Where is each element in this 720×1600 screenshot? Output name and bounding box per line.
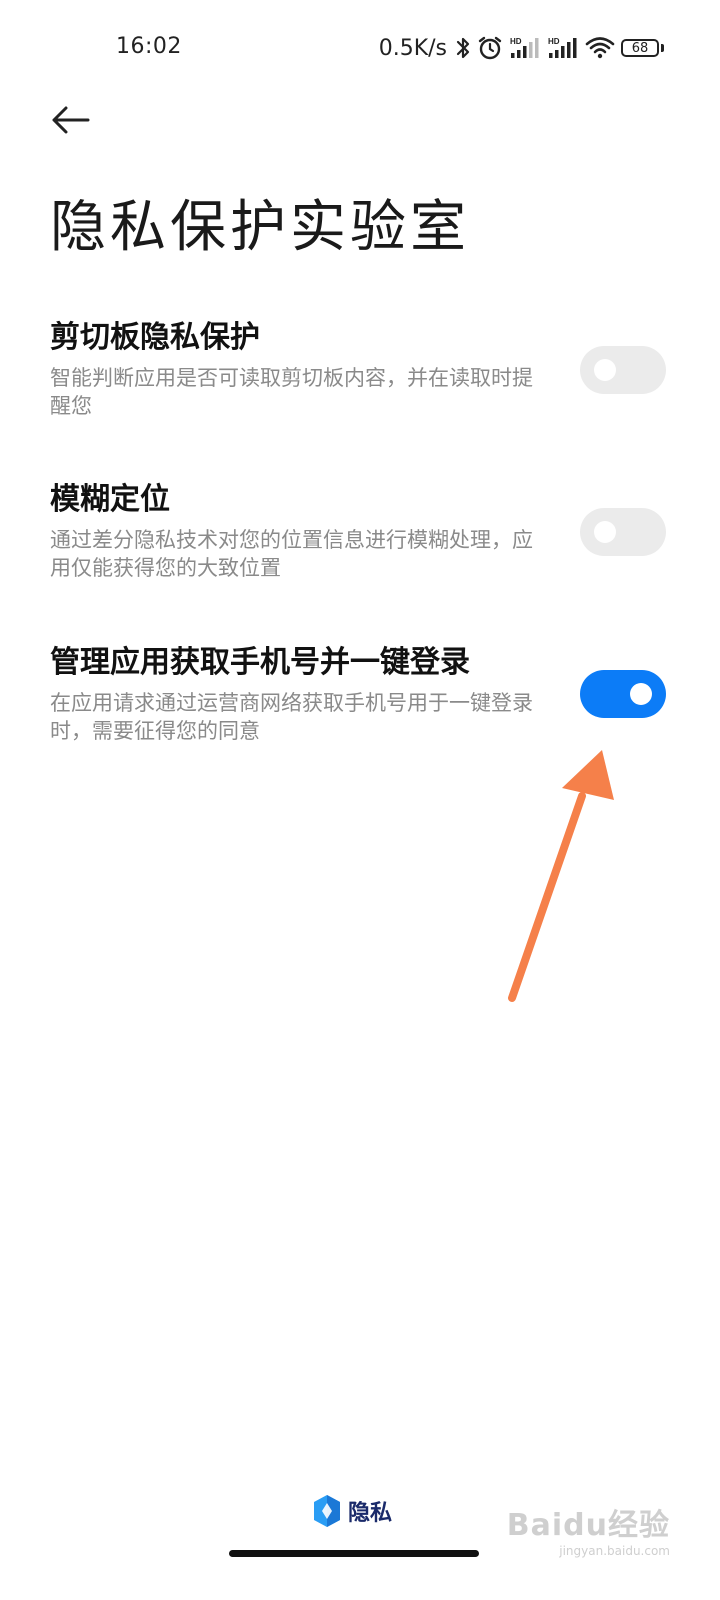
privacy-brand: 隐私 <box>312 1494 392 1528</box>
setting-clipboard-privacy[interactable]: 剪切板隐私保护 智能判断应用是否可读取剪切板内容，并在读取时提醒您 <box>50 318 670 420</box>
battery-level: 68 <box>621 39 659 57</box>
signal-icon: HD <box>547 35 579 61</box>
setting-fuzzy-location[interactable]: 模糊定位 通过差分隐私技术对您的位置信息进行模糊处理，应用仅能获得您的大致位置 <box>50 480 670 582</box>
setting-description: 在应用请求通过运营商网络获取手机号用于一键登录时，需要征得您的同意 <box>50 691 533 743</box>
page-title: 隐私保护实验室 <box>50 195 470 260</box>
status-icons: 0.5K/s HD HD 68 <box>379 32 664 64</box>
toggle-knob <box>630 683 652 705</box>
toggle-knob <box>594 521 616 543</box>
back-button[interactable] <box>48 100 96 140</box>
signal-1-label: HD <box>510 37 522 46</box>
watermark-url: jingyan.baidu.com <box>559 1544 670 1558</box>
battery-icon: 68 <box>621 39 664 57</box>
toggle-knob <box>594 359 616 381</box>
alarm-icon <box>477 35 503 61</box>
network-speed: 0.5K/s <box>378 35 447 61</box>
signal-icon: HD <box>509 35 541 61</box>
annotation-arrow-icon <box>508 750 614 1002</box>
setting-description: 通过差分隐私技术对您的位置信息进行模糊处理，应用仅能获得您的大致位置 <box>50 528 533 580</box>
signal-2-label: HD <box>548 37 560 46</box>
setting-title: 模糊定位 <box>50 482 170 517</box>
screen: 16:02 0.5K/s HD HD 68 隐私保护实验室 剪切板隐私保护 智能… <box>0 0 720 1600</box>
setting-description: 智能判断应用是否可读取剪切板内容，并在读取时提醒您 <box>50 366 533 418</box>
wifi-icon <box>585 35 615 61</box>
fuzzy-location-toggle[interactable] <box>580 508 666 556</box>
baidu-watermark: Baidu经验 jingyan.baidu.com <box>507 1500 670 1558</box>
status-time: 16:02 <box>116 34 182 59</box>
watermark-logo: Baidu经验 <box>506 1508 670 1543</box>
phone-number-login-toggle[interactable] <box>580 670 666 718</box>
clipboard-privacy-toggle[interactable] <box>580 346 666 394</box>
setting-title: 管理应用获取手机号并一键登录 <box>50 645 470 680</box>
privacy-shield-icon <box>314 1495 340 1527</box>
setting-title: 剪切板隐私保护 <box>50 320 260 355</box>
brand-label: 隐私 <box>348 1501 393 1526</box>
bluetooth-icon <box>455 35 471 61</box>
status-bar: 16:02 0.5K/s HD HD 68 <box>0 0 720 96</box>
setting-phone-number-login[interactable]: 管理应用获取手机号并一键登录 在应用请求通过运营商网络获取手机号用于一键登录时，… <box>50 643 670 745</box>
back-arrow-icon <box>52 106 90 134</box>
home-indicator[interactable] <box>229 1550 479 1557</box>
battery-tip <box>661 44 664 52</box>
